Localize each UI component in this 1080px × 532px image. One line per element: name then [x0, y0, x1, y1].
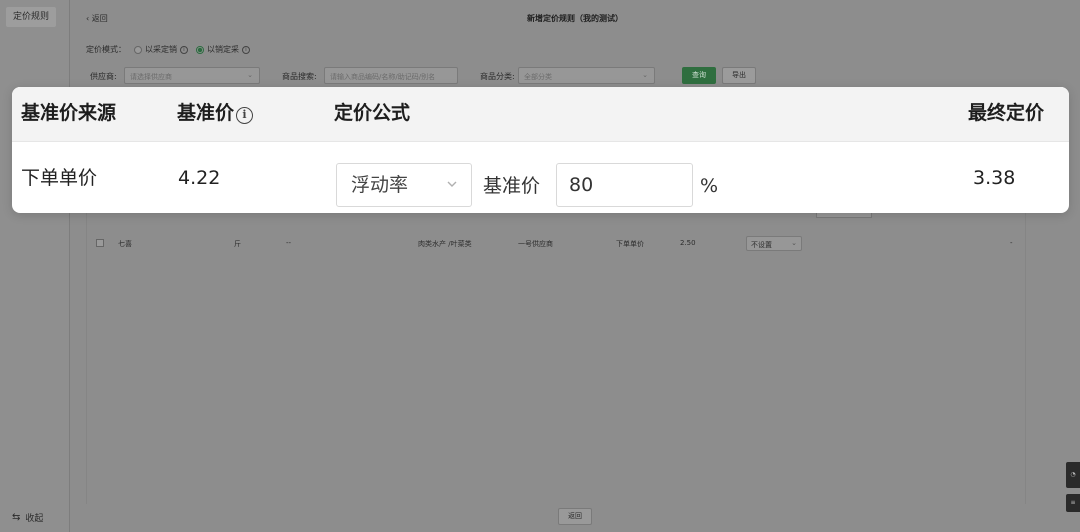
final-price-value: 3.38 — [973, 167, 1016, 189]
header-formula: 定价公式 — [334, 102, 411, 124]
formula-base-label: 基准价 — [483, 175, 541, 197]
supplier-select[interactable]: 请选择供应商 ⌄ — [124, 67, 260, 84]
source-value: 下单单价 — [21, 167, 98, 189]
table-row: 七喜 斤 -- 肉类水产 /叶菜类 一号供应商 下单单价 2.50 不设置 ⌄ … — [86, 236, 1026, 252]
filter-bar: 供应商: 请选择供应商 ⌄ 商品搜索: 请输入商品编码/名称/助记码/别名 商品… — [90, 67, 1070, 85]
pricing-row: 下单单价 4.22 浮动率 基准价 % 3.38 — [12, 143, 1069, 213]
sidebar-item-pricing-rules[interactable]: 定价规则 — [6, 7, 56, 27]
category-select[interactable]: 全部分类 ⌄ — [518, 67, 655, 84]
return-button[interactable]: 返回 — [558, 508, 592, 525]
search-input[interactable]: 请输入商品编码/名称/助记码/别名 — [324, 67, 458, 84]
chevron-down-icon: ⌄ — [791, 239, 797, 247]
category-label: 商品分类: — [480, 72, 515, 81]
chevron-down-icon: ⌄ — [247, 71, 253, 79]
formula-type-select[interactable]: 浮动率 — [336, 163, 472, 207]
category-value: 全部分类 — [524, 73, 552, 81]
info-icon[interactable]: i — [180, 45, 188, 54]
main-panel: ‹ 返回 新增定价规则（我的测试） 定价模式： 以采定销 i 以销定采 i 供应… — [70, 0, 1080, 532]
header-final-price: 最终定价 — [968, 102, 1045, 124]
cell-unit: 斤 — [234, 240, 241, 248]
pricing-mode-row: 定价模式： 以采定销 i 以销定采 i — [86, 44, 250, 55]
percent-unit: % — [700, 175, 719, 197]
chevron-down-icon: ⌄ — [642, 71, 648, 79]
page-title: 新增定价规则（我的测试） — [527, 14, 623, 23]
search-label: 商品搜索: — [282, 72, 317, 81]
chat-icon[interactable]: ◔ — [1066, 462, 1080, 488]
cell-final: - — [1010, 239, 1013, 247]
cell-category: 肉类水产 /叶菜类 — [418, 240, 472, 248]
setting-select[interactable]: 不设置 ⌄ — [746, 236, 802, 251]
cell-name: 七喜 — [118, 240, 132, 248]
help-icon[interactable]: ≡ — [1066, 494, 1080, 512]
supplier-label: 供应商: — [90, 72, 117, 81]
radio-selected-icon — [196, 45, 204, 54]
sidebar: 定价规则 ⇆ 收起 — [0, 0, 70, 532]
floating-toolbar: ◔ ≡ — [1066, 462, 1080, 518]
radio-purchase-based[interactable]: 以采定销 i — [134, 44, 188, 55]
pricing-mode-label: 定价模式： — [86, 45, 126, 54]
query-button[interactable]: 查询 — [682, 67, 716, 84]
header-base-price: 基准价 — [177, 102, 235, 124]
cell-price: 2.50 — [680, 239, 696, 247]
pricing-detail-card: 基准价来源 基准价i 定价公式 最终定价 下单单价 4.22 浮动率 基准价 %… — [12, 87, 1069, 213]
search-placeholder: 请输入商品编码/名称/助记码/别名 — [330, 73, 436, 81]
base-price-value: 4.22 — [178, 167, 221, 189]
radio-label: 以销定采 — [207, 45, 239, 54]
rate-input[interactable] — [556, 163, 693, 207]
cell-supplier: 一号供应商 — [518, 240, 553, 248]
header-base-price-wrap: 基准价 i — [177, 100, 254, 126]
radio-icon — [134, 45, 142, 54]
header-source: 基准价来源 — [21, 102, 117, 124]
radio-sales-based[interactable]: 以销定采 i — [196, 44, 250, 55]
collapse-label: 收起 — [25, 514, 44, 524]
cell-spec: -- — [286, 239, 292, 247]
app-window: 定价规则 ⇆ 收起 ‹ 返回 新增定价规则（我的测试） 定价模式： 以采定销 i… — [0, 0, 1080, 532]
setting-value: 不设置 — [751, 241, 772, 249]
cell-source: 下单单价 — [616, 240, 644, 248]
info-icon[interactable]: i — [242, 45, 250, 54]
formula-type-value: 浮动率 — [351, 174, 409, 196]
info-icon[interactable]: i — [236, 107, 254, 124]
chevron-down-icon — [447, 181, 457, 187]
product-table — [86, 212, 1026, 504]
row-checkbox[interactable] — [96, 239, 104, 247]
collapse-sidebar-button[interactable]: ⇆ 收起 — [12, 511, 43, 524]
card-header: 基准价来源 基准价 i 定价公式 最终定价 — [12, 87, 1069, 142]
collapse-icon: ⇆ — [12, 512, 21, 523]
export-button[interactable]: 导出 — [722, 67, 756, 84]
radio-label: 以采定销 — [145, 45, 177, 54]
supplier-placeholder: 请选择供应商 — [130, 73, 172, 81]
